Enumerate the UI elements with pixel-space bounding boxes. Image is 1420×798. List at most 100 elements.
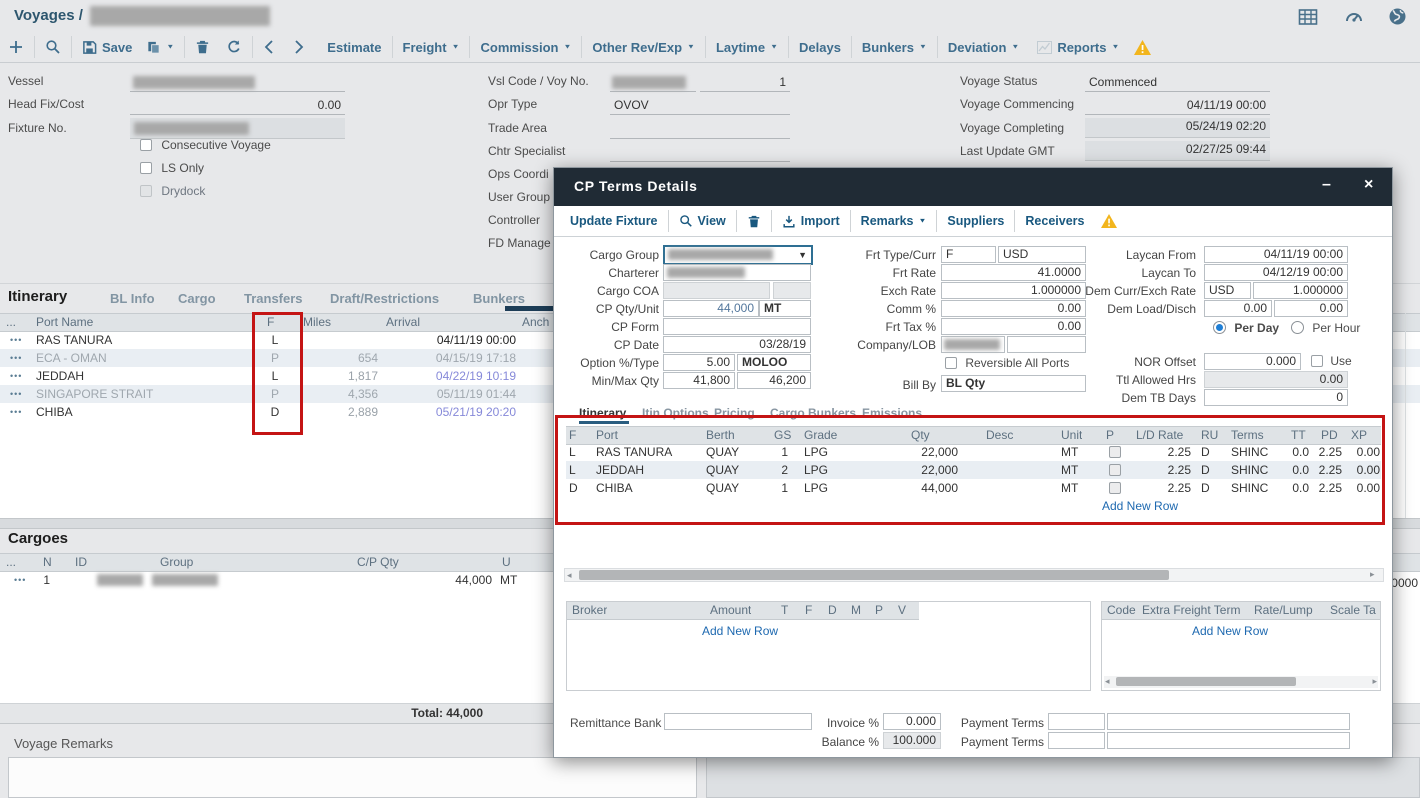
voy-no-field[interactable]: 1 — [700, 74, 790, 92]
row-menu-icon[interactable]: ••• — [10, 331, 22, 349]
estimate-button[interactable]: Estimate — [327, 40, 381, 55]
col-ru[interactable]: RU — [1201, 427, 1218, 444]
minimize-icon[interactable]: – — [1322, 176, 1331, 194]
close-icon[interactable]: × — [1364, 176, 1373, 194]
col-scale-table[interactable]: Scale Ta — [1330, 602, 1376, 619]
new-button[interactable] — [8, 39, 24, 55]
scrollbar-thumb[interactable] — [1116, 677, 1296, 686]
p-checkbox[interactable] — [1109, 446, 1121, 458]
company-field[interactable] — [941, 336, 1005, 353]
col-terms[interactable]: Terms — [1231, 427, 1264, 444]
row-menu-icon[interactable]: ••• — [10, 349, 22, 367]
col-xp[interactable]: XP — [1351, 427, 1367, 444]
fixture-no-field[interactable] — [130, 118, 345, 139]
cp-qty-field[interactable]: 44,000 — [663, 300, 759, 317]
laytime-menu[interactable]: Laytime▼ — [716, 40, 778, 55]
remittance-bank-input[interactable] — [664, 713, 812, 730]
tab-draft-restrictions[interactable]: Draft/Restrictions — [330, 291, 439, 306]
scroll-left-icon[interactable]: ◂ — [567, 570, 572, 581]
col-m[interactable]: M — [851, 602, 861, 619]
cp-form-field[interactable] — [663, 318, 811, 335]
charterer-field[interactable] — [663, 264, 811, 281]
col-v[interactable]: V — [898, 602, 906, 619]
save-button[interactable]: Save — [82, 40, 132, 55]
vessel-field[interactable] — [130, 74, 345, 92]
import-button[interactable]: Import — [782, 214, 840, 229]
payment-terms-code-input-1[interactable] — [1048, 713, 1105, 730]
p-checkbox[interactable] — [1109, 464, 1121, 476]
col-qty[interactable]: Qty — [911, 427, 930, 444]
col-n[interactable]: N — [43, 554, 52, 571]
col-berth[interactable]: Berth — [706, 427, 735, 444]
voyage-commencing-field[interactable]: 04/11/19 00:00 — [1085, 97, 1270, 115]
col-broker[interactable]: Broker — [572, 602, 607, 619]
col-desc[interactable]: Desc — [986, 427, 1013, 444]
col-group[interactable]: Group — [160, 554, 193, 571]
col-ld-rate[interactable]: L/D Rate — [1136, 427, 1183, 444]
col-pd[interactable]: PD — [1321, 427, 1338, 444]
col-port-name[interactable]: Port Name — [36, 314, 93, 331]
commission-menu[interactable]: Commission▼ — [480, 40, 571, 55]
col-anch[interactable]: Anch I — [522, 314, 556, 331]
update-fixture-button[interactable]: Update Fixture — [570, 214, 658, 228]
modal-grid-row[interactable]: L JEDDAH QUAY 2 LPG 22,000 MT 2.25 D SHI… — [566, 461, 1381, 479]
bunkers-menu[interactable]: Bunkers▼ — [862, 40, 927, 55]
min-qty-field[interactable]: 41,800 — [663, 372, 735, 389]
row-menu-icon[interactable]: ••• — [10, 385, 22, 403]
delete-button[interactable] — [747, 214, 761, 229]
dem-load-field[interactable]: 0.00 — [1204, 300, 1272, 317]
tab-bl-info[interactable]: BL Info — [110, 291, 155, 306]
col-arrival[interactable]: Arrival — [386, 314, 420, 331]
tab-cargo[interactable]: Cargo — [178, 291, 216, 306]
col-f[interactable]: F — [805, 602, 812, 619]
grid-add-new-row-link[interactable]: Add New Row — [1102, 499, 1178, 513]
dem-exch-field[interactable]: 1.000000 — [1253, 282, 1348, 299]
extra-grid-h-scrollbar[interactable]: ◂ ▸ — [1104, 676, 1378, 688]
laycan-to-field[interactable]: 04/12/19 00:00 — [1204, 264, 1348, 281]
scroll-right-icon[interactable]: ▸ — [1372, 676, 1377, 687]
delete-button[interactable] — [195, 39, 210, 55]
row-menu-icon[interactable]: ••• — [10, 367, 22, 385]
modal-grid-row[interactable]: L RAS TANURA QUAY 1 LPG 22,000 MT 2.25 D… — [566, 443, 1381, 461]
search-button[interactable] — [45, 39, 61, 55]
per-day-radio[interactable]: Per Day — [1213, 321, 1279, 337]
col-t[interactable]: T — [781, 602, 788, 619]
modal-tab-emissions[interactable]: Emissions — [862, 406, 922, 420]
col-miles[interactable]: Miles — [303, 314, 331, 331]
modal-tab-cargo-bunkers[interactable]: Cargo Bunkers — [770, 406, 856, 420]
col-p[interactable]: P — [875, 602, 883, 619]
col-extra-freight-term[interactable]: Extra Freight Term — [1142, 602, 1240, 619]
prev-button[interactable] — [263, 39, 275, 55]
col-rate-lump[interactable]: Rate/Lump — [1254, 602, 1313, 619]
dem-disch-field[interactable]: 0.00 — [1274, 300, 1348, 317]
dem-curr-field[interactable]: USD — [1204, 282, 1251, 299]
col-f[interactable]: F — [569, 427, 576, 444]
suppliers-button[interactable]: Suppliers — [947, 214, 1004, 228]
gauge-icon[interactable] — [1344, 8, 1364, 26]
other-rev-exp-menu[interactable]: Other Rev/Exp▼ — [592, 40, 695, 55]
chtr-specialist-field[interactable] — [610, 144, 790, 162]
cp-date-field[interactable]: 03/28/19 — [663, 336, 811, 353]
modal-title-bar[interactable]: CP Terms Details – × — [554, 168, 1392, 206]
voyage-remarks-textarea[interactable] — [8, 757, 697, 798]
col-cp-qty[interactable]: C/P Qty — [357, 554, 399, 571]
row-menu-icon[interactable]: ••• — [14, 571, 26, 589]
col-f[interactable]: F — [267, 314, 274, 331]
extra-add-new-row-link[interactable]: Add New Row — [1192, 624, 1268, 638]
modal-grid-row[interactable]: D CHIBA QUAY 1 LPG 44,000 MT 2.25 D SHIN… — [566, 479, 1381, 497]
scrollbar-thumb[interactable] — [579, 570, 1169, 580]
max-qty-field[interactable]: 46,200 — [737, 372, 811, 389]
cargo-group-dropdown[interactable]: ▼ — [663, 245, 813, 265]
col-amount[interactable]: Amount — [710, 602, 751, 619]
copy-menu-button[interactable]: ▼ — [146, 40, 174, 55]
row-menu-icon[interactable]: ••• — [10, 403, 22, 421]
receivers-button[interactable]: Receivers — [1025, 214, 1084, 228]
col-d[interactable]: D — [828, 602, 837, 619]
col-code[interactable]: Code — [1107, 602, 1136, 619]
reports-menu[interactable]: Reports▼ — [1037, 40, 1119, 55]
col-unit[interactable]: U — [502, 554, 511, 571]
refresh-button[interactable] — [226, 39, 242, 55]
payment-terms-input-2[interactable] — [1107, 732, 1350, 749]
scroll-left-icon[interactable]: ◂ — [1105, 676, 1110, 687]
frt-tax-field[interactable]: 0.00 — [941, 318, 1086, 335]
